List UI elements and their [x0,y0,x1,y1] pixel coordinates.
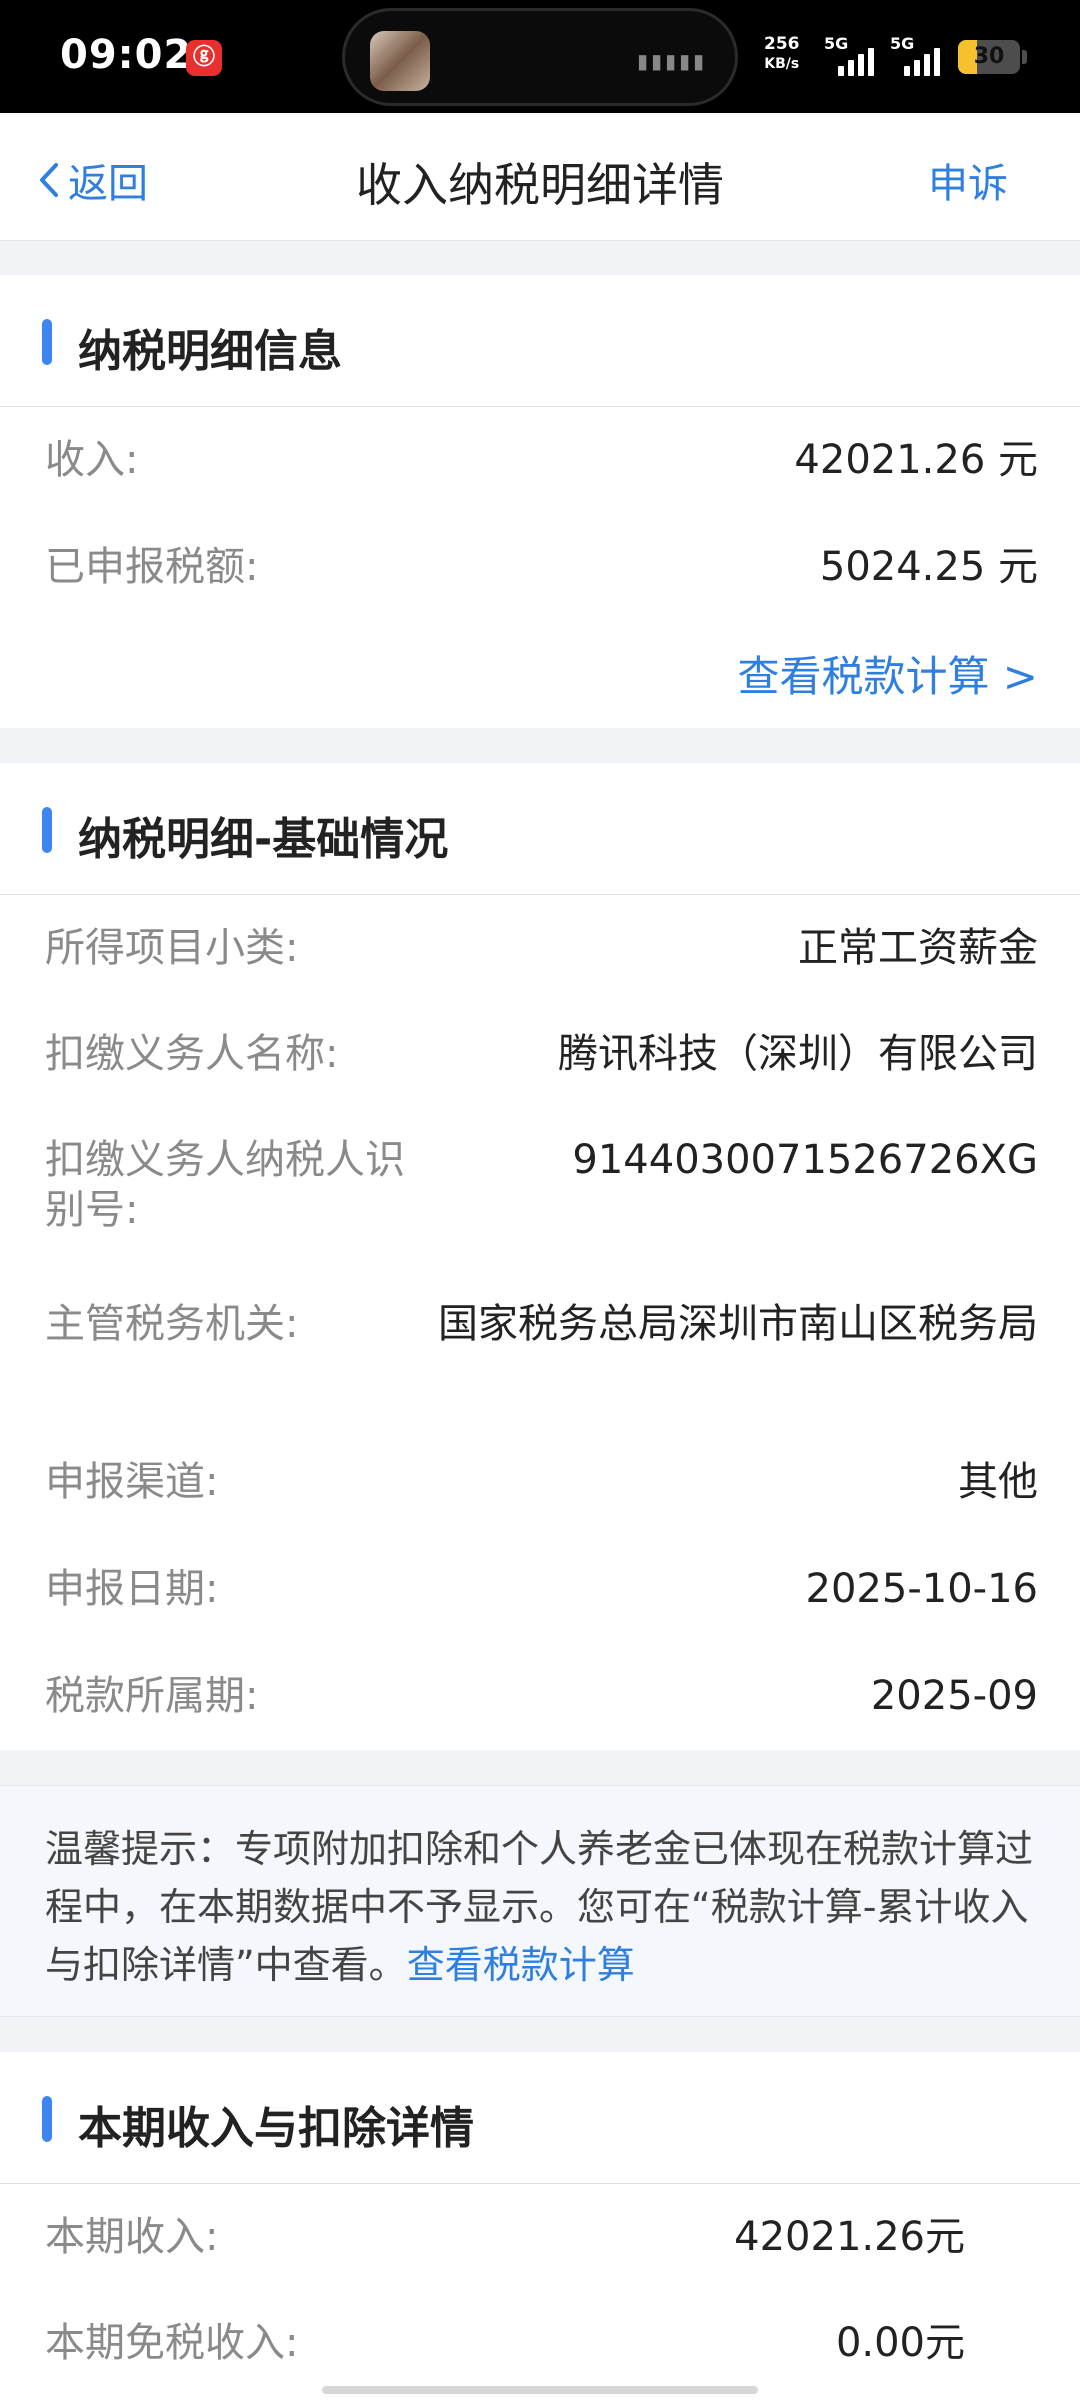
row-value: 其他 [958,1459,1038,1505]
income-label: 收入: [45,437,139,483]
nav-bar: 返回 收入纳税明细详情 申诉 [0,113,1080,241]
section-title: 纳税明细信息 [78,326,342,377]
section-accent-bar [42,807,52,853]
row-value: 42021.26元 [734,2214,965,2260]
waveform-icon: ▮▮▮▮▮ [636,49,707,73]
network-speed: 256 KB/s [764,34,800,74]
row-label: 申报日期: [45,1566,219,1612]
row-label: 扣缴义务人名称: [45,1031,339,1077]
section-header: 纳税明细信息 [0,275,1080,407]
page-title: 收入纳税明细详情 [356,158,724,212]
status-time: 09:02 [60,32,193,78]
status-bar: 09:02 ⓖ ▮▮▮▮▮ 256 KB/s 5G 5G 30 [0,0,1080,113]
row-value: 0.00元 [835,2320,965,2366]
row-value: 9144030071526726XG [572,1137,1038,1183]
section-title: 本期收入与扣除详情 [78,2103,474,2154]
income-deduction-card: 本期收入与扣除详情 本期收入: 42021.26元 本期免税收入: 0.00元 [0,2052,1080,2400]
basic-info-card: 纳税明细-基础情况 所得项目小类: 正常工资薪金 扣缴义务人名称: 腾讯科技（深… [0,763,1080,1750]
battery-tip [1022,50,1027,64]
row-value: 国家税务总局深圳市南山区税务局 [438,1301,1038,1347]
signal-sim1-icon: 5G [824,34,888,76]
row-value: 正常工资薪金 [798,925,1038,971]
row-label: 本期免税收入: [45,2320,299,2366]
appeal-button[interactable]: 申诉 [928,151,1008,209]
declared-tax-label: 已申报税额: [45,544,259,590]
declared-tax-value: 5024.25 元 [819,544,1038,590]
dynamic-island[interactable]: ▮▮▮▮▮ [342,8,738,106]
signal-sim2-icon: 5G [890,34,954,76]
section-accent-bar [42,2096,52,2142]
media-thumbnail [370,31,430,91]
battery-percent: 30 [973,44,1005,69]
tip-text-block: 温馨提示：专项附加扣除和个人养老金已体现在税款计算过程中，在本期数据中不予显示。… [45,1820,1035,1994]
tip-box: 温馨提示：专项附加扣除和个人养老金已体现在税款计算过程中，在本期数据中不予显示。… [0,1785,1080,2017]
section-header: 纳税明细-基础情况 [0,763,1080,895]
row-label: 扣缴义务人纳税人识别号: [45,1137,405,1233]
network-speed-value: 256 [764,34,800,54]
row-label: 申报渠道: [45,1459,219,1505]
section-title: 纳税明细-基础情况 [78,814,449,865]
network-speed-unit: KB/s [764,56,800,72]
section-accent-bar [42,319,52,365]
battery-icon: 30 [958,40,1020,74]
row-value: 腾讯科技（深圳）有限公司 [558,1031,1038,1077]
tax-detail-card: 纳税明细信息 收入: 42021.26 元 已申报税额: 5024.25 元 查… [0,275,1080,728]
tip-view-calculation-link[interactable]: 查看税款计算 [407,1943,635,1987]
row-label: 所得项目小类: [45,925,299,971]
home-indicator[interactable] [322,2386,758,2394]
view-tax-calculation-link[interactable]: 查看税款计算 > [737,643,1038,704]
section-header: 本期收入与扣除详情 [0,2052,1080,2184]
row-value: 2025-09 [870,1673,1038,1719]
row-label: 税款所属期: [45,1673,259,1719]
app-notification-icon: ⓖ [186,40,222,76]
row-label: 主管税务机关: [45,1301,299,1347]
row-value: 2025-10-16 [805,1566,1038,1612]
income-value: 42021.26 元 [794,437,1038,483]
row-label: 本期收入: [45,2214,219,2260]
